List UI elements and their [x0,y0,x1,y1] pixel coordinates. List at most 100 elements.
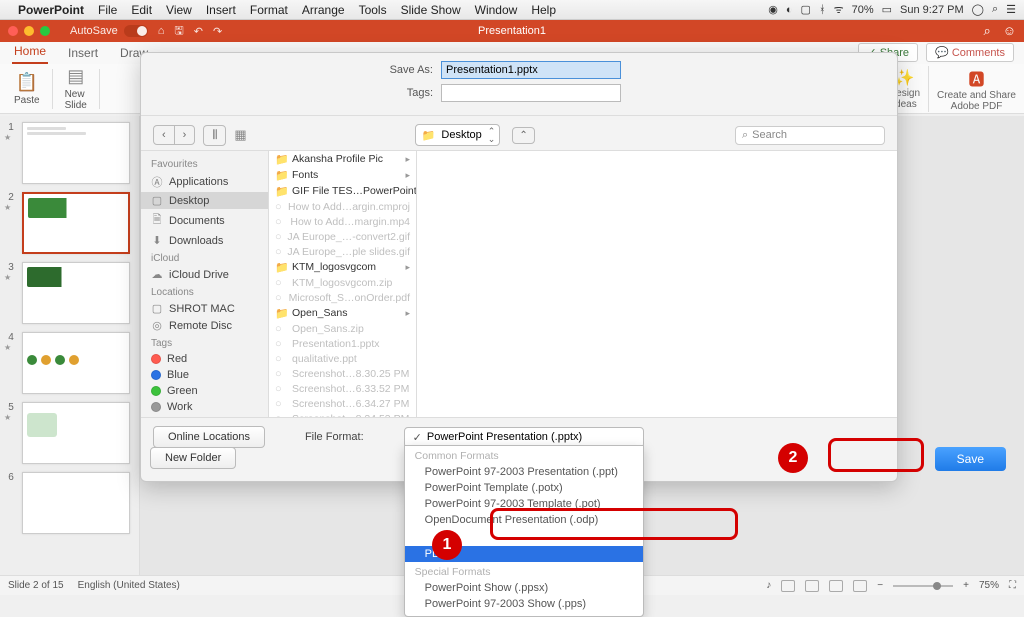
sidebar-downloads[interactable]: ⬇Downloads [141,232,268,249]
file-column[interactable]: 📁Akansha Profile Pic▸📁Fonts▸📁GIF File TE… [269,151,417,417]
thumb-3[interactable]: 3★ [4,262,135,324]
sidebar-applications[interactable]: ⒶApplications [141,172,268,192]
file-row[interactable]: ○JA Europe_…ple slides.gif [269,244,416,259]
file-row[interactable]: ○JA Europe_…-convert2.gif [269,229,416,244]
file-row[interactable]: ○Presentation1.pptx [269,336,416,351]
file-name: Presentation1.pptx [292,338,380,350]
save-as-input[interactable] [441,61,621,79]
tab-insert[interactable]: Insert [66,46,100,64]
menu-help[interactable]: Help [531,3,556,17]
menu-edit[interactable]: Edit [131,3,152,17]
autosave-toggle[interactable]: AutoSave [70,25,148,37]
menu-arrange[interactable]: Arrange [302,3,345,17]
file-row[interactable]: 📁KTM_logosvgcom▸ [269,259,416,275]
creative-cloud-icon[interactable]: ◐ [786,4,793,16]
thumb-4[interactable]: 4★ [4,332,135,394]
file-row[interactable]: ○Open_Sans.zip [269,321,416,336]
view-mode-grid[interactable]: ▦ [234,127,246,143]
new-slide-button[interactable]: ▤New Slide [59,66,93,111]
zoom-pct[interactable]: 75% [979,580,999,591]
window-controls[interactable] [8,26,50,36]
file-row[interactable]: ○How to Add…margin.mp4 [269,214,416,229]
file-row[interactable]: 📁Open_Sans▸ [269,305,416,321]
view-slideshow-button[interactable] [853,580,867,592]
search-icon[interactable]: ⌕ [983,23,990,39]
format-opt-ppt[interactable]: PowerPoint 97-2003 Presentation (.ppt) [405,464,643,480]
save-icon[interactable]: 🖫 [174,22,183,41]
dialog-search[interactable]: ⌕ Search [735,126,885,145]
file-row[interactable]: ○qualitative.ppt [269,351,416,366]
sidebar-remote-disc[interactable]: ◎Remote Disc [141,317,268,334]
menu-file[interactable]: File [98,3,117,17]
notifications-icon[interactable]: ☰ [1006,3,1016,16]
menu-slideshow[interactable]: Slide Show [401,3,461,17]
menu-view[interactable]: View [166,3,192,17]
display-icon[interactable]: ▢ [801,3,811,16]
format-opt-potx[interactable]: PowerPoint Template (.potx) [405,480,643,496]
tag-green[interactable]: Green [141,383,268,399]
view-reading-button[interactable] [829,580,843,592]
sync-icon[interactable]: ◉ [768,3,778,16]
spotlight-icon[interactable]: ⌕ [992,3,998,16]
new-folder-button[interactable]: New Folder [150,447,236,469]
menu-window[interactable]: Window [475,3,518,17]
sidebar-icloud-drive[interactable]: ☁iCloud Drive [141,266,268,283]
format-opt-odp[interactable]: OpenDocument Presentation (.odp) [405,512,643,528]
sidebar-documents[interactable]: 🗎Documents [141,209,268,232]
tab-home[interactable]: Home [12,44,48,64]
view-normal-button[interactable] [781,580,795,592]
sidebar-computer[interactable]: ▢SHROT MAC [141,300,268,317]
zoom-slider[interactable] [893,585,953,587]
online-locations-button[interactable]: Online Locations [153,426,265,448]
adobe-pdf-button[interactable]: 🅰Create and Share Adobe PDF [928,66,1016,112]
zoom-out[interactable]: − [877,580,883,591]
view-mode-columns[interactable]: ⫼ [203,125,226,146]
bluetooth-icon[interactable]: ᚼ [819,4,826,16]
wifi-icon[interactable]: ᯤ [834,2,844,17]
file-row[interactable]: ○Screenshot…8.34.53 PM [269,411,416,417]
file-row[interactable]: ○Screenshot…6.33.52 PM [269,381,416,396]
home-icon[interactable]: ⌂ [158,25,165,37]
paste-button[interactable]: 📋Paste [8,72,46,106]
format-opt-pot[interactable]: PowerPoint 97-2003 Template (.pot) [405,496,643,512]
file-row[interactable]: ○How to Add…argin.cmproj [269,199,416,214]
file-format-dropdown[interactable]: ✓PowerPoint Presentation (.pptx) Common … [404,427,644,448]
sidebar-desktop[interactable]: ▢Desktop [141,192,268,209]
file-row[interactable]: ○Microsoft_S…onOrder.pdf [269,290,416,305]
file-row[interactable]: ○KTM_logosvgcom.zip [269,275,416,290]
undo-icon[interactable]: ↶ [194,25,203,38]
battery-icon[interactable]: ▭ [882,3,892,16]
file-row[interactable]: 📁Fonts▸ [269,167,416,183]
file-row[interactable]: 📁GIF File TES…PowerPoint▸ [269,183,416,199]
menu-insert[interactable]: Insert [206,3,236,17]
thumb-5[interactable]: 5★ [4,402,135,464]
file-row[interactable]: 📁Akansha Profile Pic▸ [269,151,416,167]
tag-blue[interactable]: Blue [141,367,268,383]
account-icon[interactable]: ☺ [1003,23,1016,39]
redo-icon[interactable]: ↷ [213,25,222,38]
thumb-1[interactable]: 1★ [4,122,135,184]
file-row[interactable]: ○Screenshot…8.30.25 PM [269,366,416,381]
menu-format[interactable]: Format [250,3,288,17]
save-button[interactable]: Save [935,447,1006,471]
zoom-in[interactable]: + [963,580,969,591]
view-sorter-button[interactable] [805,580,819,592]
tag-red[interactable]: Red [141,351,268,367]
tag-work[interactable]: Work [141,399,268,415]
menu-tools[interactable]: Tools [359,3,387,17]
notes-button[interactable]: ♪ [766,580,771,591]
format-opt-ppsx[interactable]: PowerPoint Show (.ppsx) [405,580,643,596]
collapse-button[interactable]: ⌃ [512,127,534,144]
menu-app[interactable]: PowerPoint [18,3,84,17]
comments-button[interactable]: 💬 Comments [926,43,1014,62]
location-dropdown[interactable]: 📁 Desktop ⌃⌄ [415,124,501,146]
format-opt-pps[interactable]: PowerPoint 97-2003 Show (.pps) [405,596,643,612]
user-icon[interactable]: ◯ [972,3,984,16]
thumb-2[interactable]: 2★ [4,192,135,254]
thumb-6[interactable]: 6 [4,472,135,534]
file-row[interactable]: ○Screenshot…6.34.27 PM [269,396,416,411]
tags-input[interactable] [441,84,621,102]
fit-button[interactable]: ⛶ [1009,580,1016,591]
nav-back-forward[interactable]: ‹› [153,125,195,145]
language-indicator[interactable]: English (United States) [78,580,180,591]
